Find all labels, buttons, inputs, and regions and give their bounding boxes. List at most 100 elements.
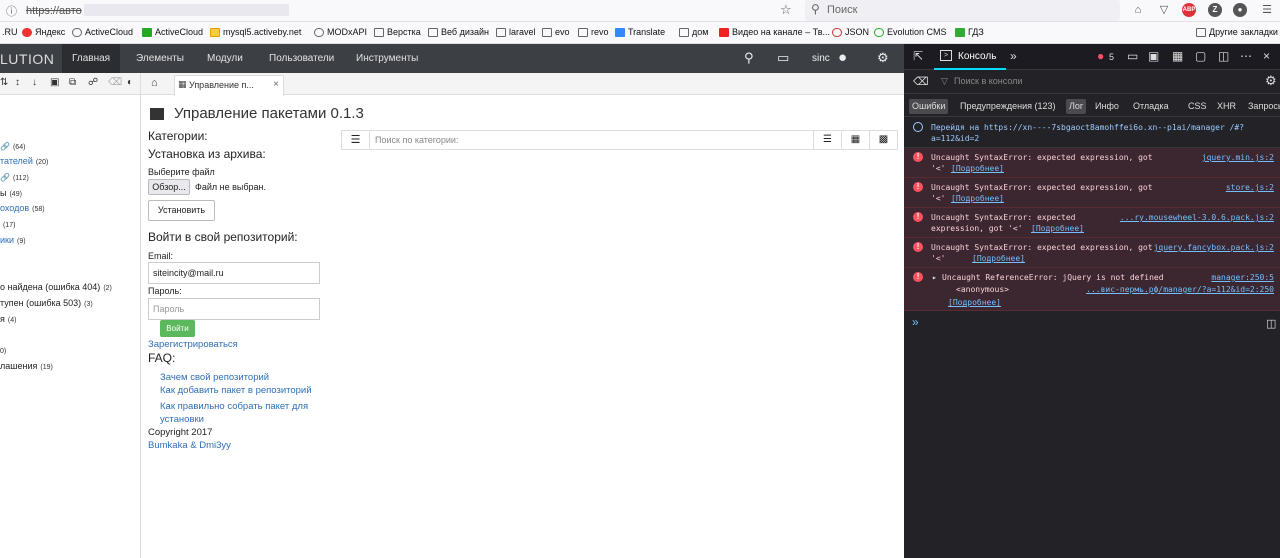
contrast-icon[interactable]: ◐ — [127, 77, 133, 88]
list-view-icon[interactable]: ☰ — [813, 131, 841, 149]
filter-info[interactable]: Инфо — [1092, 99, 1122, 114]
filter-xhr[interactable]: XHR — [1214, 99, 1239, 114]
bookmark-star-icon[interactable]: ☆ — [780, 2, 792, 18]
expand-icon[interactable]: ⇅ — [0, 77, 8, 88]
nav-modules[interactable]: Модули — [197, 44, 253, 73]
settings-gears-icon[interactable]: ⚙ — [877, 50, 889, 66]
expand-arrow-icon[interactable]: ▸ — [932, 272, 937, 283]
tree-item[interactable]: ы (49) — [0, 188, 22, 198]
filter-logs[interactable]: Лог — [1066, 99, 1087, 114]
authors-link[interactable]: Bumkaka & Dmi3yy — [148, 440, 231, 451]
options-icon[interactable]: ⋯ — [1240, 49, 1252, 63]
bookmark-item[interactable]: MODxAPI — [314, 27, 367, 37]
bookmark-item[interactable]: Translate — [615, 27, 665, 37]
menu-icon[interactable]: ☰ — [342, 131, 370, 149]
sort-icon[interactable]: ↓ — [32, 77, 37, 88]
bookmark-item[interactable]: ActiveCloud — [72, 27, 133, 37]
grid-view-icon[interactable]: ▦ — [841, 131, 869, 149]
tree-item[interactable]: тателей (20) — [0, 156, 48, 166]
tree-item[interactable]: ики (9) — [0, 235, 26, 245]
faq-link[interactable]: Как добавить пакет в репозиторий — [160, 385, 312, 396]
filter-warnings[interactable]: Предупреждения (123) — [957, 99, 1058, 114]
nav-users[interactable]: Пользователи — [259, 44, 344, 73]
url-field[interactable]: https://авто — [26, 4, 289, 17]
tree-item[interactable]: оходов (58) — [0, 203, 45, 213]
frame-icon[interactable]: ▦ — [1172, 49, 1183, 63]
dock-icon[interactable]: ◫ — [1218, 49, 1229, 63]
filter-debug[interactable]: Отладка — [1130, 99, 1172, 114]
tab-console[interactable]: > Консоль — [934, 44, 1006, 70]
extension-z-icon[interactable]: Z — [1208, 3, 1222, 17]
home-icon[interactable]: ⌂ — [1131, 3, 1145, 17]
install-button[interactable]: Установить — [148, 200, 215, 221]
trash-icon[interactable]: ⌫ — [913, 75, 929, 88]
tree-item[interactable]: я (4) — [0, 314, 16, 324]
bookmark-item[interactable]: Evolution CMS — [874, 27, 947, 37]
message-source-link[interactable]: manager:250:5 — [1211, 272, 1274, 283]
more-link[interactable]: [Подробнее] — [951, 193, 1004, 204]
bookmark-item[interactable]: mysql5.activeby.net — [210, 27, 301, 37]
tab-package-manager[interactable]: ▦ Управление п... × — [174, 75, 284, 96]
pocket-icon[interactable]: ▽ — [1157, 3, 1171, 17]
login-button[interactable]: Войти — [160, 320, 195, 337]
bookmark-item[interactable]: .RU — [2, 27, 18, 37]
bookmark-item[interactable]: ГДЗ — [955, 27, 984, 37]
tree-item[interactable]: о найдена (ошибка 404) (2) — [0, 282, 112, 292]
close-icon[interactable]: × — [273, 79, 279, 90]
split-console-icon[interactable]: ◫ — [1266, 317, 1276, 330]
inspector-pick-icon[interactable]: ⇱ — [913, 49, 923, 63]
settings-icon[interactable]: ⚙ — [1265, 73, 1277, 89]
more-link[interactable]: [Подробнее] — [1031, 223, 1084, 234]
password-field[interactable]: Пароль — [148, 298, 320, 320]
extension-icon[interactable]: ● — [1233, 3, 1247, 17]
tree-item[interactable]: 0) — [0, 345, 6, 355]
bookmark-item[interactable]: ActiveCloud — [142, 27, 203, 37]
filter-requests[interactable]: Запросы — [1245, 99, 1280, 114]
register-link[interactable]: Зарегистрироваться — [148, 339, 238, 350]
bookmark-item[interactable]: JSON — [832, 27, 869, 37]
more-link[interactable]: [Подробнее] — [948, 297, 1001, 308]
close-icon[interactable]: × — [1263, 49, 1270, 63]
filter-css[interactable]: CSS — [1185, 99, 1210, 114]
copy-icon[interactable]: ⧉ — [69, 77, 76, 88]
browser-search-input[interactable]: ⚲ Поиск — [805, 0, 1120, 21]
home-tab-icon[interactable]: ⌂ — [151, 77, 158, 89]
bookmark-item[interactable]: Яндекс — [22, 27, 65, 37]
faq-link[interactable]: Зачем свой репозиторий — [160, 372, 269, 383]
faq-link[interactable]: Как правильно собрать пакет для установк… — [160, 400, 320, 426]
screenshot-icon[interactable]: ▣ — [1148, 49, 1159, 63]
user-avatar-icon[interactable]: ● — [838, 49, 847, 66]
bookmark-item[interactable]: laravel — [496, 27, 536, 37]
error-count-icon[interactable]: ● — [1097, 49, 1104, 63]
bookmark-item[interactable]: revo — [578, 27, 609, 37]
bookmark-item[interactable]: Верстка — [374, 27, 421, 37]
category-search-input[interactable]: Поиск по категории: — [375, 135, 458, 145]
adblock-icon[interactable]: ABP — [1182, 3, 1196, 17]
nav-elements[interactable]: Элементы — [126, 44, 194, 73]
bookmark-item[interactable]: Видео на канале – Тв... — [719, 27, 830, 37]
user-name[interactable]: sinc — [812, 53, 830, 64]
tree-item[interactable]: 🔗 (64) — [0, 141, 25, 151]
page-info-icon[interactable]: ⓘ — [6, 3, 17, 19]
more-tabs-icon[interactable]: » — [1010, 49, 1017, 63]
bookmark-item[interactable]: Веб дизайн — [428, 27, 489, 37]
responsive-icon[interactable]: ▭ — [1127, 49, 1138, 63]
nav-tools[interactable]: Инструменты — [346, 44, 428, 73]
more-link[interactable]: [Подробнее] — [951, 163, 1004, 174]
message-source-link[interactable]: ...ry.mousewheel-3.0.6.pack.js:2 — [1120, 212, 1274, 223]
tree-item[interactable]: 🔗 (112) — [0, 172, 29, 182]
bookmark-item[interactable]: дом — [679, 27, 708, 37]
menu-icon[interactable]: ☰ — [1260, 3, 1274, 17]
more-link[interactable]: [Подробнее] — [972, 253, 1025, 264]
tree-item[interactable]: тупен (ошибка 503) (3) — [0, 298, 93, 308]
link-icon[interactable]: ☍ — [88, 77, 98, 88]
email-field[interactable]: siteincity@mail.ru — [148, 262, 320, 284]
collapse-icon[interactable]: ↕ — [15, 77, 20, 88]
trash-icon[interactable]: ⌫ — [108, 77, 122, 88]
search-icon[interactable]: ⚲ — [744, 50, 754, 66]
fullscreen-icon[interactable]: ▢ — [1195, 49, 1206, 63]
filter-errors[interactable]: Ошибки — [909, 99, 949, 114]
camera-icon[interactable]: ▣ — [50, 77, 59, 88]
message-source-link[interactable]: jquery.min.js:2 — [1202, 152, 1274, 163]
message-source-link[interactable]: jquery.fancybox.pack.js:2 — [1154, 242, 1274, 253]
